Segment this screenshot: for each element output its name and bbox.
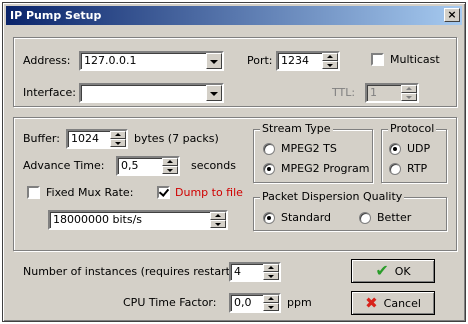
cpu-time-factor-unit: ppm (287, 296, 312, 309)
spin-up-icon[interactable] (322, 53, 338, 61)
ip-pump-setup-dialog: IP Pump Setup × Address: 127.0.0.1 Port:… (2, 2, 466, 322)
dispersion-better-radio[interactable] (359, 212, 371, 224)
protocol-udp-label: UDP (407, 142, 431, 155)
dispersion-standard-radio[interactable] (263, 212, 275, 224)
fixed-mux-rate-checkbox[interactable] (27, 186, 40, 199)
ok-button[interactable]: ✔ OK (351, 259, 435, 283)
stream-type-program-label: MPEG2 Program (281, 162, 370, 175)
instances-value: 4 (234, 265, 241, 278)
instances-label: Number of instances (requires restart): (23, 265, 238, 278)
spin-down-icon[interactable] (401, 93, 417, 101)
interface-combobox[interactable] (79, 83, 224, 103)
spin-up-icon[interactable] (401, 85, 417, 93)
spin-up-icon[interactable] (210, 212, 226, 220)
address-label: Address: (23, 54, 71, 67)
ttl-value: 1 (370, 86, 377, 99)
title-bar: IP Pump Setup × (6, 6, 462, 25)
spin-down-icon[interactable] (162, 166, 178, 174)
port-spin-buttons[interactable] (322, 53, 338, 69)
cpu-time-factor-label: CPU Time Factor: (123, 296, 217, 309)
port-label: Port: (247, 54, 273, 67)
dispersion-better-label: Better (377, 211, 412, 224)
ttl-spinner[interactable]: 1 (365, 83, 419, 103)
stream-type-program-radio[interactable] (263, 163, 275, 175)
dispersion-standard-label: Standard (281, 211, 332, 224)
port-value: 1234 (281, 54, 309, 67)
protocol-rtp-radio[interactable] (389, 163, 401, 175)
address-value: 127.0.0.1 (84, 54, 137, 67)
buffer-spinner[interactable]: 1024 (66, 129, 128, 149)
advance-spin-buttons[interactable] (162, 158, 178, 174)
spin-down-icon[interactable] (210, 220, 226, 228)
mux-rate-value: 18000000 bits/s (53, 213, 143, 226)
cpu-time-factor-value: 0,0 (234, 296, 252, 309)
cancel-button-label: Cancel (383, 296, 421, 310)
address-dropdown-arrow-icon[interactable] (206, 53, 222, 69)
buffer-spin-buttons[interactable] (110, 131, 126, 147)
ok-button-label: OK (394, 264, 411, 278)
packet-dispersion-legend: Packet Dispersion Quality (260, 190, 405, 203)
window-title: IP Pump Setup (10, 9, 102, 22)
spin-up-icon[interactable] (263, 264, 279, 272)
port-spinner[interactable]: 1234 (276, 51, 340, 71)
mux-rate-spinner[interactable]: 18000000 bits/s (48, 210, 228, 230)
instances-spinner[interactable]: 4 (229, 262, 281, 282)
buffer-label: Buffer: (23, 132, 60, 145)
advance-time-unit: seconds (191, 159, 236, 172)
buffer-unit: bytes (7 packs) (134, 132, 219, 145)
ttl-spin-buttons[interactable] (401, 85, 417, 101)
spin-up-icon[interactable] (110, 131, 126, 139)
dump-to-file-checkbox[interactable] (157, 186, 170, 199)
close-button[interactable]: × (444, 8, 460, 22)
ttl-label: TTL: (332, 86, 356, 99)
multicast-checkbox[interactable] (371, 53, 384, 66)
spin-down-icon[interactable] (263, 272, 279, 280)
cpu-time-factor-spinner[interactable]: 0,0 (229, 293, 281, 313)
interface-dropdown-arrow-icon[interactable] (206, 85, 222, 101)
advance-time-value: 0,5 (121, 159, 139, 172)
spin-down-icon[interactable] (322, 61, 338, 69)
protocol-rtp-label: RTP (407, 162, 428, 175)
dump-to-file-label: Dump to file (175, 186, 243, 199)
advance-time-spinner[interactable]: 0,5 (116, 156, 180, 176)
address-combobox[interactable]: 127.0.0.1 (79, 51, 224, 71)
stream-type-legend: Stream Type (260, 122, 333, 135)
advance-time-label: Advance Time: (23, 159, 105, 172)
spin-down-icon[interactable] (110, 139, 126, 147)
stream-type-ts-label: MPEG2 TS (281, 142, 337, 155)
instances-spin-buttons[interactable] (263, 264, 279, 280)
multicast-label: Multicast (390, 53, 440, 66)
protocol-udp-radio[interactable] (389, 143, 401, 155)
cpu-spin-buttons[interactable] (263, 295, 279, 311)
spin-up-icon[interactable] (162, 158, 178, 166)
spin-down-icon[interactable] (263, 303, 279, 311)
protocol-legend: Protocol (388, 122, 437, 135)
checkmark-icon: ✔ (375, 261, 389, 280)
x-icon: ✖ (365, 294, 378, 312)
fixed-mux-rate-label: Fixed Mux Rate: (46, 186, 134, 199)
mux-rate-spin-buttons[interactable] (210, 212, 226, 228)
buffer-value: 1024 (71, 132, 99, 145)
interface-label: Interface: (23, 86, 76, 99)
cancel-button[interactable]: ✖ Cancel (351, 291, 435, 315)
stream-type-ts-radio[interactable] (263, 143, 275, 155)
spin-up-icon[interactable] (263, 295, 279, 303)
